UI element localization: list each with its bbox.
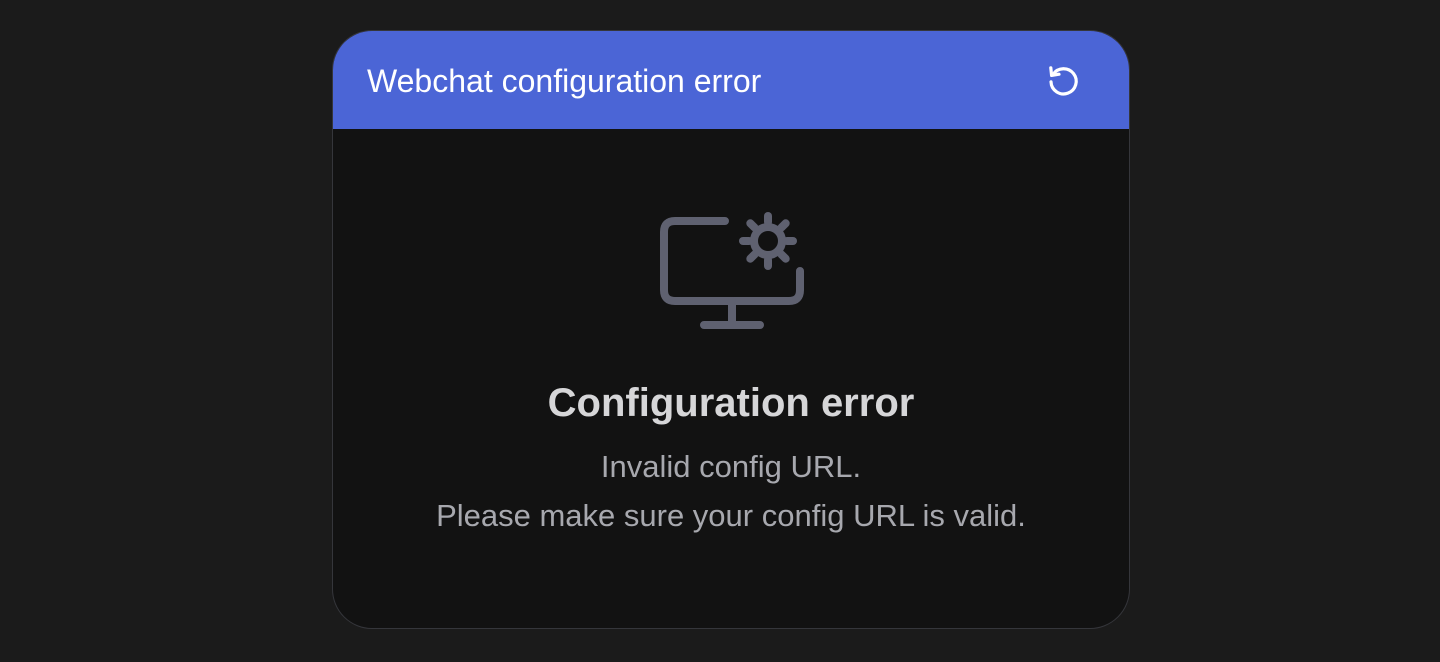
webchat-widget: Webchat configuration error Configuratio…: [332, 30, 1130, 629]
widget-header: Webchat configuration error: [333, 31, 1129, 129]
refresh-icon: [1044, 61, 1082, 104]
header-title: Webchat configuration error: [367, 63, 762, 99]
error-title: Configuration error: [547, 381, 915, 425]
monitor-settings-icon: [659, 211, 805, 351]
error-panel: Configuration error Invalid config URL. …: [333, 129, 1129, 628]
error-message-line-2: Please make sure your config URL is vali…: [436, 498, 1026, 533]
refresh-button[interactable]: [1044, 63, 1082, 101]
error-message-line-1: Invalid config URL.: [600, 449, 862, 484]
